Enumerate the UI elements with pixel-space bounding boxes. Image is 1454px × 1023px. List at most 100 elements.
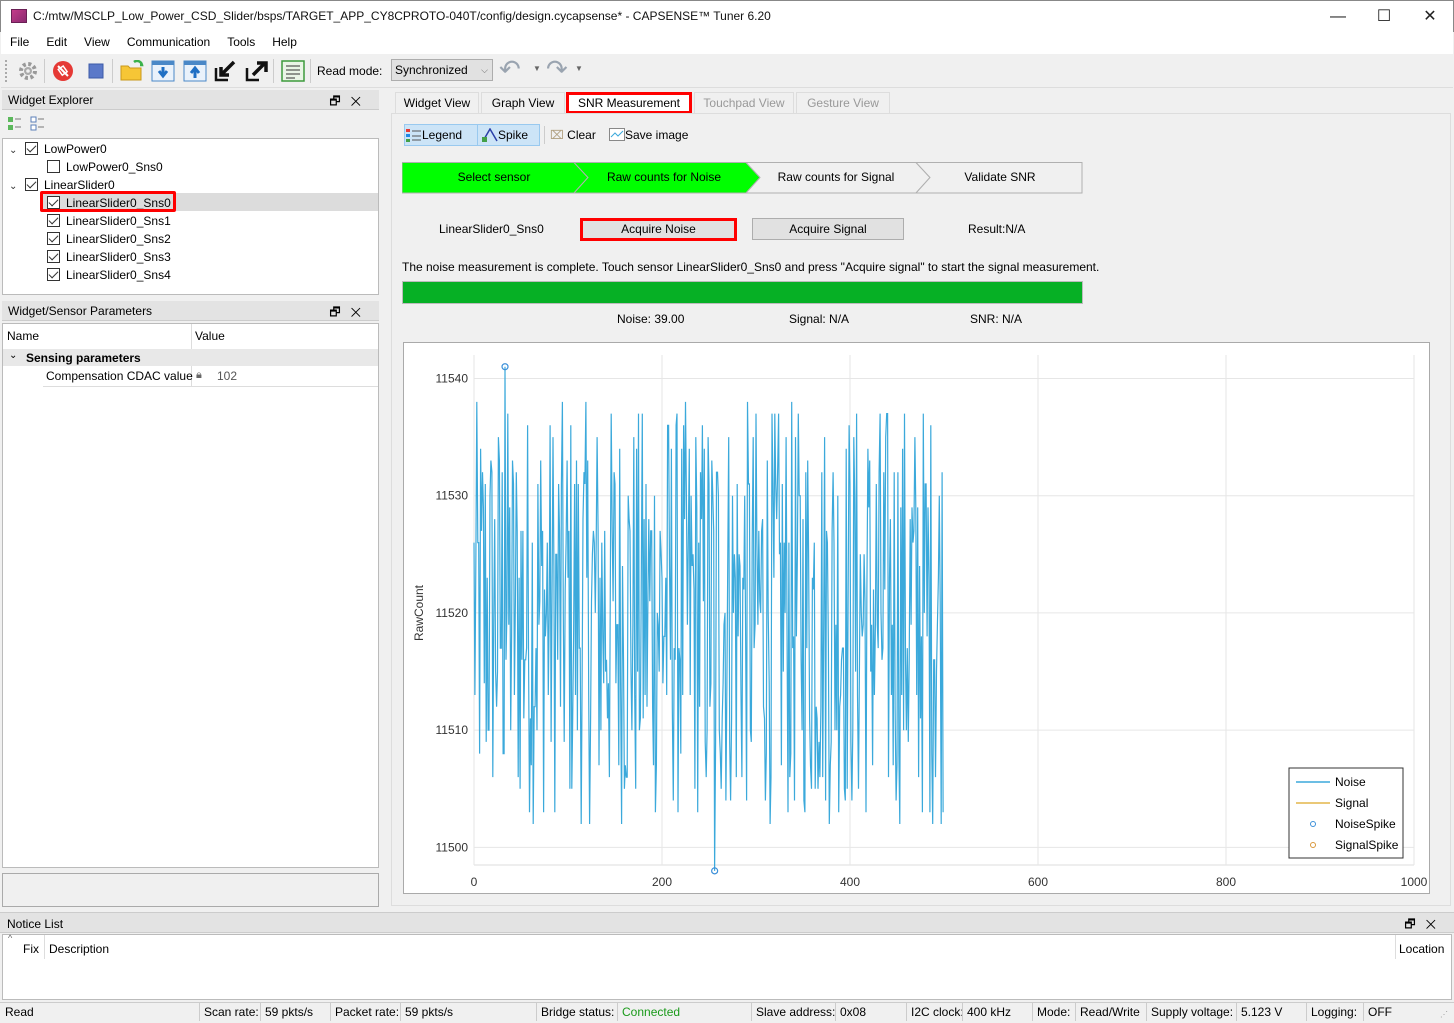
close-panel-icon[interactable]: ✕ <box>351 94 371 108</box>
y-axis-label: RawCount <box>412 584 426 641</box>
bridge-status-value: Connected <box>617 1003 680 1021</box>
column-description[interactable]: Description <box>49 942 109 956</box>
menu-edit[interactable]: Edit <box>37 32 75 49</box>
tab-widget-view[interactable]: Widget View <box>395 92 479 114</box>
parameters-panel: Widget/Sensor Parameters 🗗✕ Name Value ⌄… <box>2 301 379 868</box>
x-tick-label: 200 <box>652 875 672 889</box>
column-fix[interactable]: Fix <box>23 942 39 956</box>
chevron-down-icon[interactable]: ⌄ <box>9 178 19 196</box>
acquire-noise-button[interactable]: Acquire Noise <box>580 218 737 241</box>
tree-item-linearslider0-sns4[interactable]: LinearSlider0_Sns4 <box>47 266 171 284</box>
y-tick-label: 11500 <box>436 840 469 854</box>
check-all-icon[interactable] <box>7 116 23 135</box>
checkbox[interactable] <box>47 214 60 227</box>
checkbox[interactable] <box>25 178 38 191</box>
column-name: Name <box>7 329 40 343</box>
read-from-device-icon[interactable] <box>151 60 175 82</box>
redo-dropdown-icon[interactable]: ▼ <box>575 64 583 73</box>
minimize-button[interactable]: — <box>1315 1 1361 33</box>
y-tick-label: 11510 <box>436 723 469 737</box>
tab-graph-view[interactable]: Graph View <box>481 92 565 114</box>
group-row[interactable]: ⌄ Sensing parameters <box>3 349 378 366</box>
packet-rate-label: Packet rate: <box>330 1003 399 1021</box>
checkbox[interactable] <box>47 232 60 245</box>
supply-voltage-value: 5.123 V <box>1236 1003 1282 1021</box>
widget-explorer-title: Widget Explorer <box>8 93 94 107</box>
checkbox[interactable] <box>47 160 60 173</box>
close-panel-icon[interactable]: ✕ <box>351 305 371 319</box>
menu-help[interactable]: Help <box>263 32 305 49</box>
raw-count-chart[interactable]: 11500 11510 11520 11530 11540 0 200 400 600 800 1… <box>404 343 1431 895</box>
close-panel-icon[interactable]: ✕ <box>1426 917 1446 931</box>
undo-dropdown-icon[interactable]: ▼ <box>533 64 541 73</box>
step-raw-counts-signal: Raw counts for Signal <box>777 170 895 184</box>
stop-icon[interactable] <box>85 60 107 82</box>
acquire-signal-button[interactable]: Acquire Signal <box>752 218 904 240</box>
toolbar: Read mode: Synchronized ⌵ ↶ ▼ ↷ ▼ <box>1 54 1453 88</box>
scan-rate-value: 59 pkts/s <box>260 1003 313 1021</box>
sort-up-icon[interactable]: ^ <box>8 933 12 943</box>
legend-toggle[interactable]: Legend <box>406 126 462 144</box>
tree-item-linearslider0-sns1[interactable]: LinearSlider0_Sns1 <box>47 212 171 230</box>
tree-item-linearslider0-sns3[interactable]: LinearSlider0_Sns3 <box>47 248 171 266</box>
undo-icon[interactable]: ↶ <box>499 56 521 82</box>
tab-touchpad-view[interactable]: Touchpad View <box>694 92 794 114</box>
menu-file[interactable]: File <box>1 32 37 49</box>
param-value[interactable]: 102 <box>217 369 237 383</box>
import-icon[interactable] <box>214 60 236 82</box>
float-icon[interactable]: 🗗 <box>329 94 350 108</box>
spike-toggle[interactable]: Spike <box>482 126 528 144</box>
menu-view[interactable]: View <box>75 32 118 49</box>
chevron-down-icon[interactable]: ⌄ <box>9 142 19 160</box>
close-button[interactable]: ✕ <box>1407 1 1453 33</box>
tab-gesture-view[interactable]: Gesture View <box>796 92 890 114</box>
gear-icon[interactable] <box>17 60 39 82</box>
tree-item-lowpower0-sns0[interactable]: LowPower0_Sns0 <box>47 158 163 176</box>
slave-address-value: 0x08 <box>835 1003 866 1021</box>
float-icon[interactable]: 🗗 <box>329 305 350 319</box>
param-name: Compensation CDAC value <box>46 369 193 383</box>
export-icon[interactable] <box>245 60 268 82</box>
checkbox[interactable] <box>47 268 60 281</box>
step-validate-snr: Validate SNR <box>964 170 1036 184</box>
read-mode-select[interactable]: Synchronized ⌵ <box>391 59 493 81</box>
write-to-device-icon[interactable] <box>183 60 207 82</box>
y-tick-label: 11520 <box>436 606 469 620</box>
menu-communication[interactable]: Communication <box>118 32 218 49</box>
resize-grip[interactable]: ⋰ <box>1440 1010 1448 1019</box>
read-mode-value: Synchronized <box>395 63 468 77</box>
menu-tools[interactable]: Tools <box>218 32 263 49</box>
open-folder-icon[interactable] <box>120 59 144 82</box>
x-tick-label: 400 <box>840 875 860 889</box>
maximize-button[interactable]: ☐ <box>1361 1 1407 33</box>
tab-snr-measurement[interactable]: SNR Measurement <box>566 92 692 114</box>
disconnect-icon[interactable] <box>52 60 74 82</box>
toolbar-grip[interactable] <box>5 60 8 82</box>
legend-signalspike: SignalSpike <box>1335 838 1399 852</box>
parameters-title: Widget/Sensor Parameters <box>8 304 153 318</box>
column-location[interactable]: Location <box>1399 942 1444 956</box>
menu-bar: File Edit View Communication Tools Help <box>1 32 1453 54</box>
checkbox[interactable] <box>47 250 60 263</box>
packet-rate-value: 59 pkts/s <box>400 1003 453 1021</box>
title-bar: C:/mtw/MSCLP_Low_Power_CSD_Slider/bsps/T… <box>0 0 1454 32</box>
legend-icon <box>406 129 421 142</box>
notice-list-title: Notice List <box>7 917 64 931</box>
save-image-button[interactable]: Save image <box>609 127 688 145</box>
x-tick-label: 1000 <box>1401 875 1428 889</box>
tree-item-lowpower0[interactable]: ⌄ LowPower0 <box>9 140 107 158</box>
checkbox[interactable] <box>25 142 38 155</box>
log-icon[interactable] <box>281 60 305 82</box>
snr-value: SNR: N/A <box>970 312 1023 326</box>
clear-button[interactable]: ⌧ Clear <box>550 127 596 145</box>
tree-item-linearslider0-sns2[interactable]: LinearSlider0_Sns2 <box>47 230 171 248</box>
lock-icon: 🔒︎ <box>196 369 202 381</box>
redo-icon[interactable]: ↷ <box>546 56 568 82</box>
app-icon <box>11 9 27 23</box>
float-icon[interactable]: 🗗 <box>1404 917 1425 931</box>
legend: Noise Signal NoiseSpike SignalSpike <box>1288 767 1404 859</box>
spike-icon <box>482 127 498 142</box>
slave-address-label: Slave address: <box>751 1003 835 1021</box>
uncheck-all-icon[interactable] <box>30 116 46 135</box>
chevron-down-icon[interactable]: ⌄ <box>9 350 17 361</box>
